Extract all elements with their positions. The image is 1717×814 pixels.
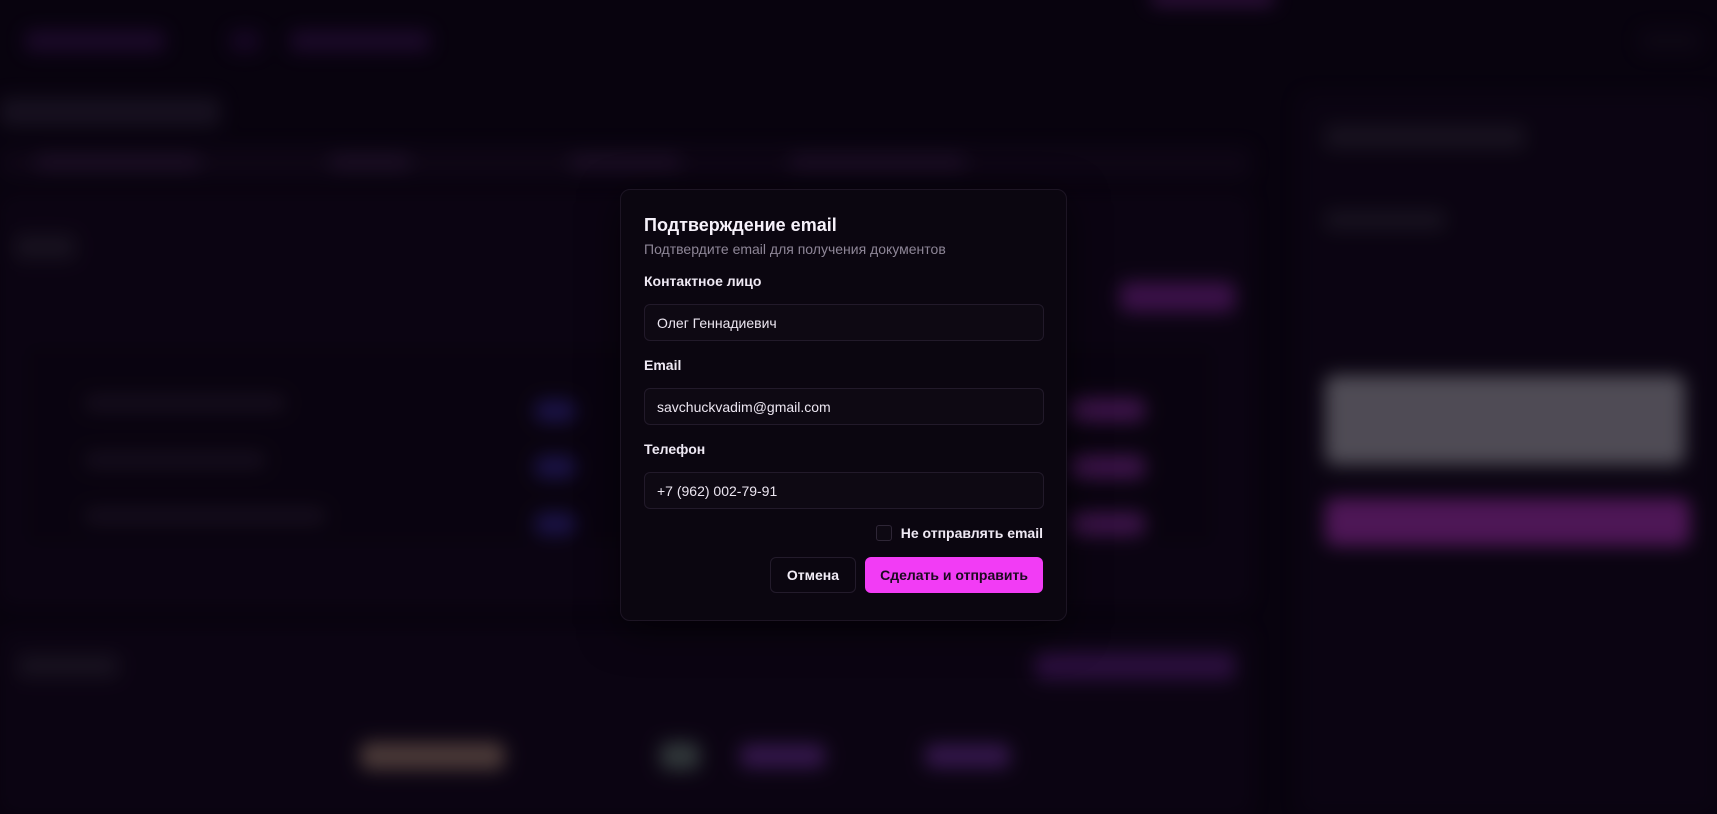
cancel-button[interactable]: Отмена — [770, 557, 856, 593]
phone-label: Телефон — [644, 441, 706, 457]
dialog-title: Подтверждение email — [644, 215, 837, 235]
contact-person-input[interactable] — [644, 304, 1044, 341]
phone-input[interactable] — [644, 472, 1044, 509]
submit-send-button[interactable]: Сделать и отправить — [865, 557, 1043, 593]
dialog-actions: Отмена Сделать и отправить — [644, 557, 1043, 593]
dialog-subtitle: Подтвердите email для получения документ… — [644, 241, 946, 257]
no-email-option: Не отправлять email — [644, 524, 1043, 542]
email-label: Email — [644, 357, 682, 373]
email-confirmation-dialog: Подтверждение email Подтвердите email дл… — [620, 189, 1067, 621]
email-input[interactable] — [644, 388, 1044, 425]
contact-person-label: Контактное лицо — [644, 273, 762, 289]
no-email-label[interactable]: Не отправлять email — [901, 525, 1043, 541]
no-email-checkbox[interactable] — [875, 525, 892, 541]
